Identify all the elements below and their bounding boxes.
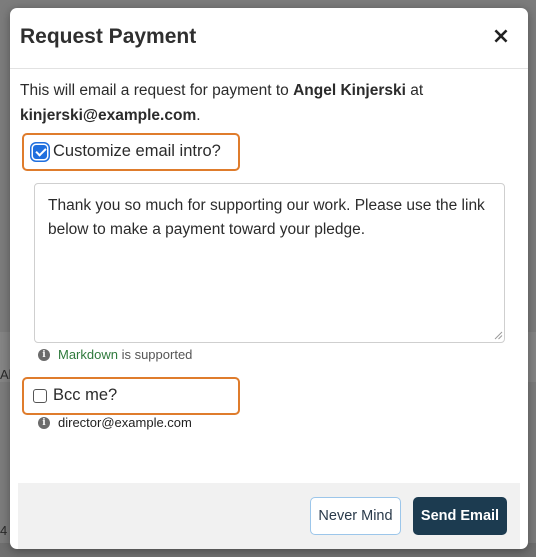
intro-middle: at	[405, 82, 424, 99]
bcc-label: Bcc me?	[53, 386, 118, 404]
bcc-label-row[interactable]: Bcc me?	[33, 386, 117, 405]
resize-grip-icon[interactable]	[494, 331, 503, 340]
background-text-fragment: 4	[0, 523, 8, 538]
markdown-link[interactable]: Markdown	[58, 347, 118, 362]
close-icon[interactable]: ×	[490, 26, 512, 48]
bcc-email-help: i director@example.com	[38, 415, 192, 430]
recipient-email: kinjerski@example.com	[20, 107, 197, 124]
email-intro-textarea[interactable]: Thank you so much for supporting our wor…	[34, 183, 505, 343]
markdown-help: i Markdown is supported	[38, 347, 192, 362]
intro-text: This will email a request for payment to…	[20, 78, 518, 128]
customize-intro-checkbox[interactable]	[33, 144, 47, 159]
customize-intro-option[interactable]: Customize email intro?	[22, 133, 240, 171]
bcc-checkbox[interactable]	[33, 388, 47, 403]
intro-prefix: This will email a request for payment to	[20, 82, 294, 99]
send-email-button[interactable]: Send Email	[413, 497, 507, 535]
dialog-body: This will email a request for payment to…	[20, 78, 518, 128]
info-icon: i	[38, 416, 50, 429]
markdown-supported-text: is supported	[117, 347, 193, 362]
info-icon: i	[38, 348, 50, 361]
dialog-footer: Never Mind Send Email	[18, 483, 520, 549]
markdown-help-text: Markdown is supported	[58, 347, 192, 362]
never-mind-button[interactable]: Never Mind	[310, 497, 401, 535]
customize-intro-label-row[interactable]: Customize email intro?	[33, 142, 221, 161]
bcc-option[interactable]: Bcc me?	[22, 377, 240, 415]
intro-suffix: .	[196, 107, 201, 124]
request-payment-dialog: Request Payment × This will email a requ…	[10, 8, 528, 549]
dialog-header: Request Payment ×	[10, 8, 528, 69]
dialog-title: Request Payment	[20, 25, 197, 48]
recipient-name: Angel Kinjerski	[293, 82, 406, 99]
customize-intro-label: Customize email intro?	[53, 142, 221, 160]
bcc-email: director@example.com	[58, 415, 192, 430]
